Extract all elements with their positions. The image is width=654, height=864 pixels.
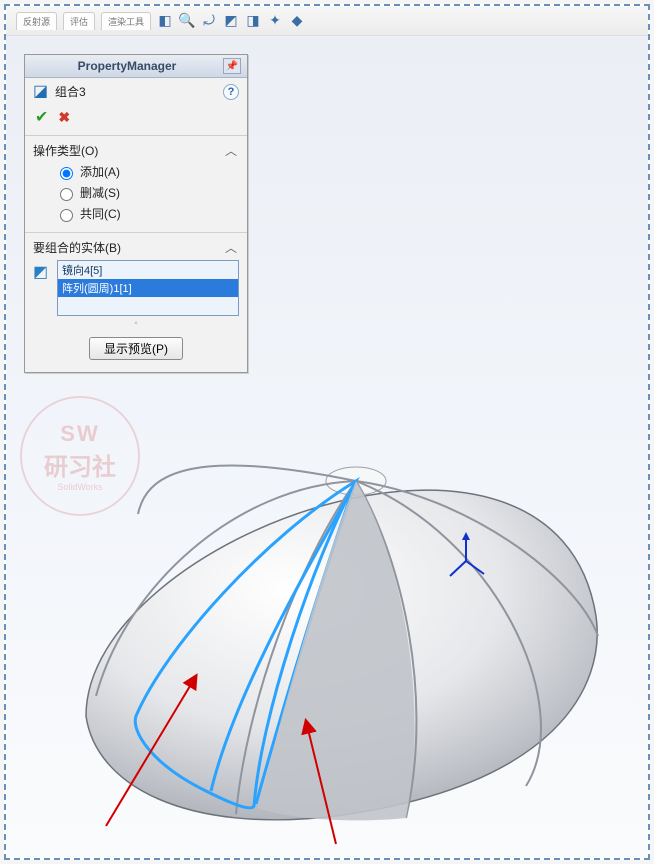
scene-icon[interactable]: ✦ (267, 13, 283, 29)
toolbar-tab[interactable]: 渲染工具 (101, 12, 151, 30)
pm-feature-row: ◪ 组合3 ? (25, 78, 247, 105)
pm-confirm-row: ✔ ✖ (25, 105, 247, 136)
section-title: 要组合的实体(B) (33, 239, 239, 260)
toolbar-tab[interactable]: 反射源 (16, 12, 57, 30)
collapse-icon[interactable]: ︿ (223, 239, 239, 253)
bodies-selection-list[interactable]: 镜向4[5] 阵列(圆周)1[1] (57, 260, 239, 316)
section-icon[interactable]: ◩ (223, 13, 239, 29)
3d-viewport[interactable]: SW 研习社 SolidWorks (6, 36, 648, 858)
ok-button[interactable]: ✔ (35, 107, 48, 127)
zoom-icon[interactable]: 🔍 (179, 13, 195, 29)
radio-common-label: 共同(C) (80, 205, 121, 222)
show-preview-button[interactable]: 显示预览(P) (89, 337, 183, 360)
radio-add[interactable]: 添加(A) (55, 163, 239, 180)
toolbar-tab[interactable]: 评估 (63, 12, 95, 30)
combine-feature-icon: ◪ (33, 84, 49, 100)
radio-common[interactable]: 共同(C) (55, 205, 239, 222)
display-style-icon[interactable]: ◨ (245, 13, 261, 29)
radio-add-label: 添加(A) (80, 163, 120, 180)
3d-scene (36, 386, 616, 846)
scroll-hint: ◦ (33, 316, 239, 329)
operation-type-section: 操作类型(O) ︿ 添加(A) 删减(S) 共同(C) (25, 136, 247, 233)
cancel-button[interactable]: ✖ (58, 109, 70, 126)
top-toolbar: 反射源 评估 渲染工具 ◧ 🔍 ⤾ ◩ ◨ ✦ ◆ (6, 6, 648, 36)
radio-common-input[interactable] (60, 209, 73, 222)
collapse-icon[interactable]: ︿ (223, 142, 239, 156)
list-item[interactable]: 镜向4[5] (58, 261, 238, 279)
pin-icon[interactable]: 📌 (223, 58, 241, 74)
pm-header-title: PropertyManager (31, 59, 223, 73)
feature-name: 组合3 (55, 83, 217, 100)
pm-header: PropertyManager 📌 (25, 55, 247, 78)
app-frame: 反射源 评估 渲染工具 ◧ 🔍 ⤾ ◩ ◨ ✦ ◆ SW 研习社 SolidWo… (4, 4, 650, 860)
section-title: 操作类型(O) (33, 142, 239, 163)
view-cube-icon[interactable]: ◧ (157, 13, 173, 29)
appearance-icon[interactable]: ◆ (289, 13, 305, 29)
radio-subtract-input[interactable] (60, 188, 73, 201)
radio-add-input[interactable] (60, 167, 73, 180)
help-icon[interactable]: ? (223, 84, 239, 100)
solid-body-icon: ◩ (33, 260, 51, 278)
rotate-icon[interactable]: ⤾ (201, 13, 217, 29)
radio-subtract-label: 删减(S) (80, 184, 120, 201)
radio-subtract[interactable]: 删减(S) (55, 184, 239, 201)
bodies-section: 要组合的实体(B) ︿ ◩ 镜向4[5] 阵列(圆周)1[1] ◦ 显示预览(P… (25, 233, 247, 372)
list-item[interactable]: 阵列(圆周)1[1] (58, 279, 238, 297)
property-manager-panel: PropertyManager 📌 ◪ 组合3 ? ✔ ✖ 操作类型(O) ︿ … (24, 54, 248, 373)
